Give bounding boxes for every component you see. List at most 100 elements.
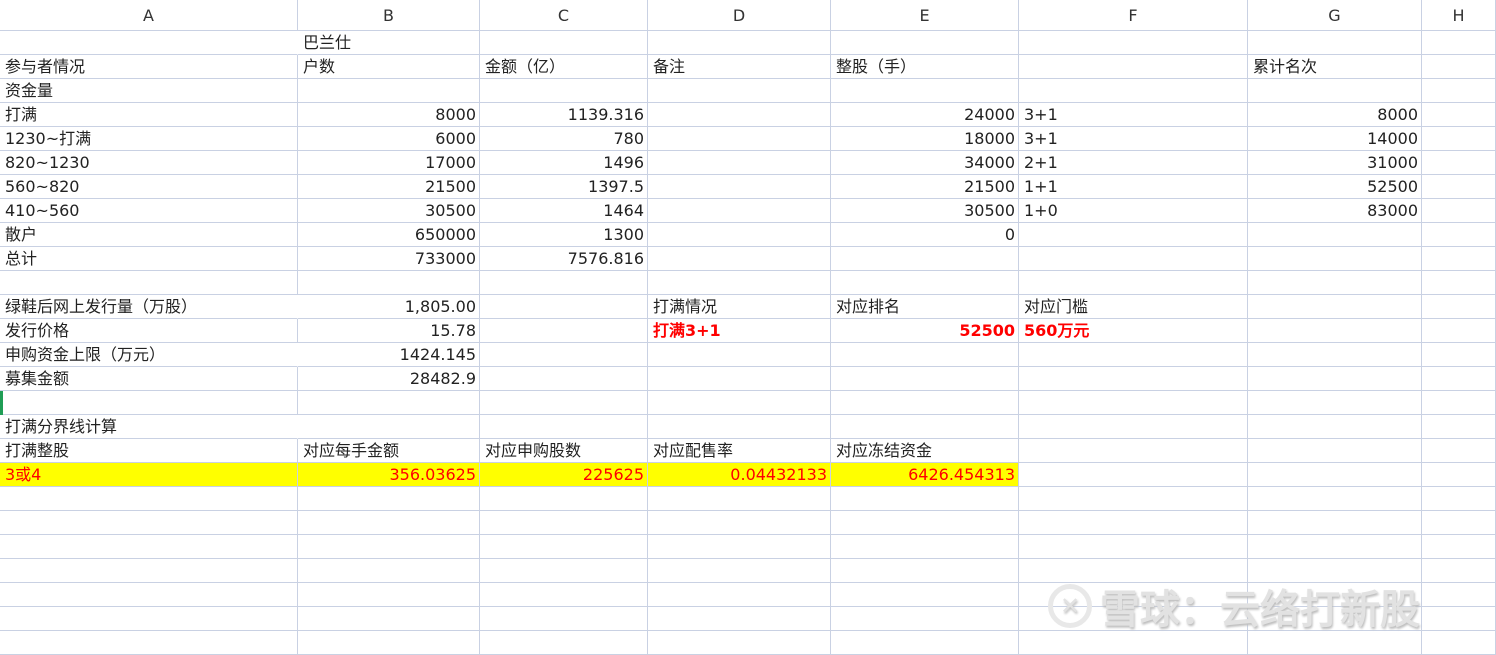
cell-d1[interactable]: [648, 31, 831, 55]
cell-c21[interactable]: [480, 511, 648, 535]
cell-f9[interactable]: [1019, 223, 1248, 247]
cell-c24[interactable]: [480, 583, 648, 607]
cell-h15[interactable]: [1422, 367, 1496, 391]
cell-h14[interactable]: [1422, 343, 1496, 367]
cell-h3[interactable]: [1422, 79, 1496, 103]
cell-f18[interactable]: [1019, 439, 1248, 463]
cell-e21[interactable]: [831, 511, 1019, 535]
cell-b13[interactable]: 15.78: [298, 319, 480, 343]
cell-f12[interactable]: 对应门槛: [1019, 295, 1248, 319]
cell-c6[interactable]: 1496: [480, 151, 648, 175]
cell-h22[interactable]: [1422, 535, 1496, 559]
cell-f1[interactable]: [1019, 31, 1248, 55]
cell-a2[interactable]: 参与者情况: [0, 55, 298, 79]
cell-a15[interactable]: 募集金额: [0, 367, 298, 391]
cell-f2[interactable]: [1019, 55, 1248, 79]
cell-h4[interactable]: [1422, 103, 1496, 127]
cell-d17[interactable]: [648, 415, 831, 439]
cell-a13[interactable]: 发行价格: [0, 319, 298, 343]
cell-a6[interactable]: 820~1230: [0, 151, 298, 175]
cell-f7[interactable]: 1+1: [1019, 175, 1248, 199]
cell-e9[interactable]: 0: [831, 223, 1019, 247]
cell-c20[interactable]: [480, 487, 648, 511]
cell-d2[interactable]: 备注: [648, 55, 831, 79]
cell-b10[interactable]: 733000: [298, 247, 480, 271]
cell-c1[interactable]: [480, 31, 648, 55]
cell-a11[interactable]: [0, 271, 298, 295]
cell-e23[interactable]: [831, 559, 1019, 583]
cell-g12[interactable]: [1248, 295, 1422, 319]
cell-c8[interactable]: 1464: [480, 199, 648, 223]
cell-a14[interactable]: 申购资金上限（万元）: [0, 343, 298, 367]
cell-g22[interactable]: [1248, 535, 1422, 559]
cell-c23[interactable]: [480, 559, 648, 583]
cell-d7[interactable]: [648, 175, 831, 199]
cell-b23[interactable]: [298, 559, 480, 583]
cell-g1[interactable]: [1248, 31, 1422, 55]
cell-h2[interactable]: [1422, 55, 1496, 79]
cell-g10[interactable]: [1248, 247, 1422, 271]
cell-h23[interactable]: [1422, 559, 1496, 583]
cell-f5[interactable]: 3+1: [1019, 127, 1248, 151]
cell-c16[interactable]: [480, 391, 648, 415]
cell-h10[interactable]: [1422, 247, 1496, 271]
cell-b4[interactable]: 8000: [298, 103, 480, 127]
cell-g16[interactable]: [1248, 391, 1422, 415]
cell-c7[interactable]: 1397.5: [480, 175, 648, 199]
cell-h12[interactable]: [1422, 295, 1496, 319]
cell-f8[interactable]: 1+0: [1019, 199, 1248, 223]
cell-g6[interactable]: 31000: [1248, 151, 1422, 175]
cell-a17[interactable]: 打满分界线计算: [0, 415, 298, 439]
cell-f17[interactable]: [1019, 415, 1248, 439]
cell-e24[interactable]: [831, 583, 1019, 607]
cell-h17[interactable]: [1422, 415, 1496, 439]
cell-c10[interactable]: 7576.816: [480, 247, 648, 271]
cell-b12[interactable]: 1,805.00: [298, 295, 480, 319]
cell-f3[interactable]: [1019, 79, 1248, 103]
cell-e11[interactable]: [831, 271, 1019, 295]
cell-g13[interactable]: [1248, 319, 1422, 343]
cell-c9[interactable]: 1300: [480, 223, 648, 247]
cell-d20[interactable]: [648, 487, 831, 511]
cell-b20[interactable]: [298, 487, 480, 511]
cell-b1[interactable]: 巴兰仕: [298, 31, 480, 55]
cell-c26[interactable]: [480, 631, 648, 655]
cell-b3[interactable]: [298, 79, 480, 103]
cell-a21[interactable]: [0, 511, 298, 535]
cell-c18[interactable]: 对应申购股数: [480, 439, 648, 463]
cell-g17[interactable]: [1248, 415, 1422, 439]
cell-h19[interactable]: [1422, 463, 1496, 487]
cell-b8[interactable]: 30500: [298, 199, 480, 223]
cell-e5[interactable]: 18000: [831, 127, 1019, 151]
cell-b14[interactable]: 1424.145: [298, 343, 480, 367]
cell-e19[interactable]: 6426.454313: [831, 463, 1019, 487]
cell-b15[interactable]: 28482.9: [298, 367, 480, 391]
cell-e2[interactable]: 整股（手）: [831, 55, 1019, 79]
cell-h9[interactable]: [1422, 223, 1496, 247]
cell-a7[interactable]: 560~820: [0, 175, 298, 199]
cell-c5[interactable]: 780: [480, 127, 648, 151]
cell-c14[interactable]: [480, 343, 648, 367]
cell-f20[interactable]: [1019, 487, 1248, 511]
cell-g8[interactable]: 83000: [1248, 199, 1422, 223]
cell-a25[interactable]: [0, 607, 298, 631]
cell-d18[interactable]: 对应配售率: [648, 439, 831, 463]
cell-b22[interactable]: [298, 535, 480, 559]
cell-h26[interactable]: [1422, 631, 1496, 655]
column-header-a[interactable]: A: [0, 0, 298, 31]
cell-h7[interactable]: [1422, 175, 1496, 199]
cell-h6[interactable]: [1422, 151, 1496, 175]
cell-e1[interactable]: [831, 31, 1019, 55]
cell-c11[interactable]: [480, 271, 648, 295]
cell-g4[interactable]: 8000: [1248, 103, 1422, 127]
cell-d19[interactable]: 0.04432133: [648, 463, 831, 487]
cell-d12[interactable]: 打满情况: [648, 295, 831, 319]
cell-c19[interactable]: 225625: [480, 463, 648, 487]
cell-a26[interactable]: [0, 631, 298, 655]
cell-h11[interactable]: [1422, 271, 1496, 295]
cell-c4[interactable]: 1139.316: [480, 103, 648, 127]
cell-f21[interactable]: [1019, 511, 1248, 535]
cell-b9[interactable]: 650000: [298, 223, 480, 247]
cell-g14[interactable]: [1248, 343, 1422, 367]
cell-a20[interactable]: [0, 487, 298, 511]
